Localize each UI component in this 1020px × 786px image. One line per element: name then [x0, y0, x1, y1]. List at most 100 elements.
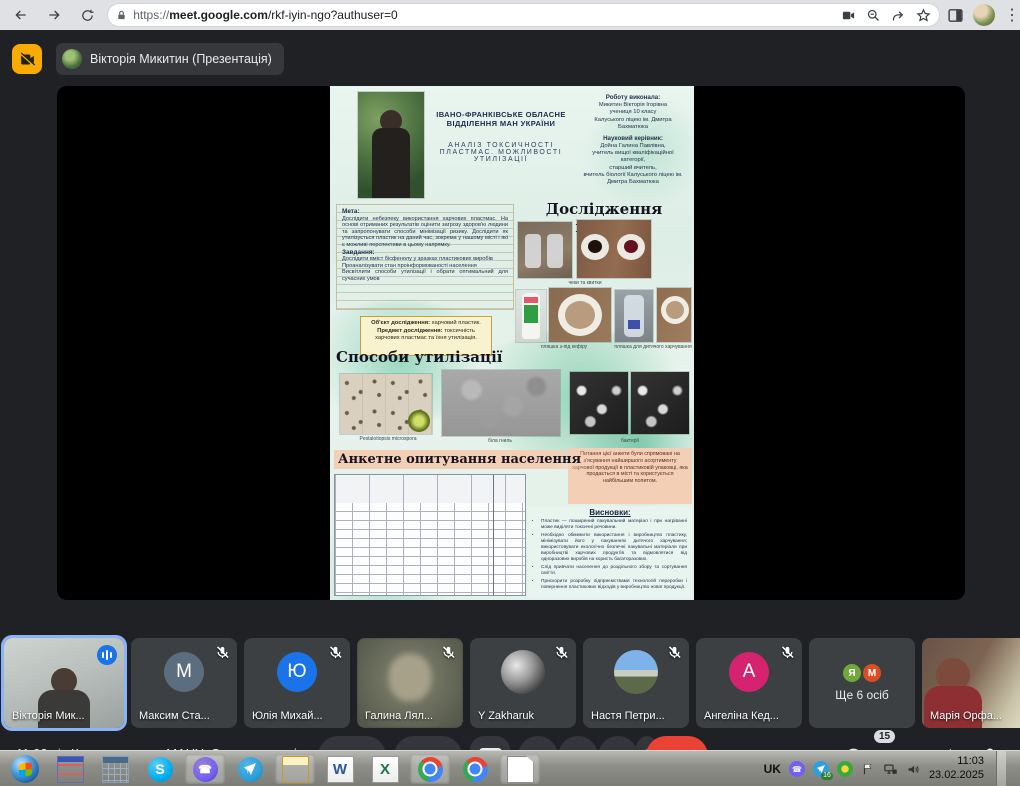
- taskbar-document[interactable]: [500, 754, 540, 784]
- participant-tile-nastia[interactable]: Настя Петри...: [583, 638, 689, 728]
- avatar-photo: [501, 650, 545, 694]
- avatar-photo: [614, 650, 658, 694]
- taskbar-skype[interactable]: S: [140, 754, 180, 784]
- micrograph-bacteria-1: [570, 372, 628, 434]
- mini-avatar: М: [863, 664, 881, 682]
- photo-cup-1: [549, 288, 611, 342]
- viber-icon: ☎: [193, 757, 218, 782]
- participant-tile-anhelina[interactable]: А Ангеліна Кед...: [696, 638, 802, 728]
- reload-button[interactable]: [75, 2, 100, 28]
- goal-tasks-note: Мета: Дослідити небезпеку використання х…: [336, 204, 514, 310]
- speaking-indicator-icon: [97, 645, 117, 665]
- telegram-icon: [238, 757, 263, 782]
- micrograph-fungus: [340, 374, 432, 434]
- caption-bacteria: бактерії: [580, 438, 680, 444]
- browser-profile-avatar[interactable]: [973, 4, 995, 26]
- mic-off-icon: [441, 645, 456, 660]
- participant-tile-halyna[interactable]: Галина Лял...: [357, 638, 463, 728]
- taskbar-calculator[interactable]: [95, 754, 135, 784]
- caption-fungus: Pestalotiopsis microspora: [338, 436, 438, 442]
- micrograph-mold: [442, 370, 560, 436]
- taskbar-chrome-active[interactable]: [410, 754, 450, 784]
- taskbar-notepad[interactable]: [50, 754, 90, 784]
- participant-tile-yzakharuk[interactable]: Y Zakharuk: [470, 638, 576, 728]
- taskbar-word[interactable]: W: [320, 754, 360, 784]
- conclusion-item: Необхідно обмежити використання і виробн…: [541, 533, 687, 563]
- meet-page: Вікторія Микитин (Презентація) ІВАНО-ФРА…: [0, 30, 1020, 750]
- windows-taskbar: S ☎ W X UK ☎ 16 11:03 23.02.2025: [0, 750, 1020, 786]
- taskbar-explorer[interactable]: [275, 754, 315, 784]
- poster-organization: ІВАНО-ФРАНКІВСЬКЕ ОБЛАСНЕ ВІДДІЛЕННЯ МАН…: [428, 110, 574, 128]
- participant-count-badge: 15: [874, 730, 895, 743]
- overflow-count-label: Ще 6 осіб: [835, 688, 888, 702]
- conclusion-item: Пластик — поширений пакувальний матеріал…: [541, 519, 687, 531]
- document-icon: [507, 756, 534, 783]
- zoom-page-icon[interactable]: [866, 8, 881, 23]
- language-indicator[interactable]: UK: [764, 762, 781, 776]
- section-recycle-heading: Способи утилізації: [336, 348, 516, 366]
- bookmark-star-icon[interactable]: [916, 8, 931, 23]
- presenter-name: Вікторія Микитин (Презентація): [90, 52, 272, 66]
- caption-mold: біла гниль: [450, 438, 550, 444]
- taskbar-viber[interactable]: ☎: [185, 754, 225, 784]
- url-text: https://meet.google.com/rkf-iyin-ngo?aut…: [133, 8, 841, 22]
- tray-clock[interactable]: 11:03 23.02.2025: [929, 755, 984, 783]
- presentation-stage: ІВАНО-ФРАНКІВСЬКЕ ОБЛАСНЕ ВІДДІЛЕННЯ МАН…: [57, 86, 965, 600]
- participant-tile-yuliia[interactable]: Ю Юлія Михай...: [244, 638, 350, 728]
- share-icon[interactable]: [891, 8, 906, 23]
- notepad-icon: [57, 756, 84, 783]
- tray-volume-icon[interactable]: [906, 762, 921, 777]
- participant-tile-overflow[interactable]: Я М Ще 6 осіб: [809, 638, 915, 728]
- calculator-icon: [102, 756, 129, 783]
- caption-receipts: чеки та квитки: [530, 280, 640, 286]
- start-button[interactable]: [5, 754, 45, 784]
- taskbar-telegram[interactable]: [230, 754, 270, 784]
- browser-toolbar: https://meet.google.com/rkf-iyin-ngo?aut…: [0, 0, 1020, 30]
- presenter-pill[interactable]: Вікторія Микитин (Презентація): [56, 43, 284, 75]
- participant-tile-maksym[interactable]: М Максим Ста...: [131, 638, 237, 728]
- conclusions-box: Висновки: Пластик — поширений пакувальни…: [528, 506, 692, 598]
- avatar: А: [729, 652, 769, 692]
- tray-network-icon[interactable]: [883, 762, 898, 777]
- back-button[interactable]: [8, 2, 33, 28]
- photo-baby-bottle: [615, 290, 653, 342]
- mic-off-icon: [780, 645, 795, 660]
- conclusion-item: Слід привчати населення до роздільного з…: [541, 565, 687, 577]
- windows-logo-icon: [11, 755, 39, 783]
- address-bar[interactable]: https://meet.google.com/rkf-iyin-ngo?aut…: [108, 4, 939, 26]
- shared-poster: ІВАНО-ФРАНКІВСЬКЕ ОБЛАСНЕ ВІДДІЛЕННЯ МАН…: [330, 86, 694, 600]
- tray-flag-icon[interactable]: [861, 762, 875, 776]
- tray-unread-badge: 16: [821, 772, 833, 780]
- taskbar-chrome[interactable]: [455, 754, 495, 784]
- caption-kefir: пляшка з-під кефіру: [516, 344, 612, 350]
- participant-tile-mariia[interactable]: Марія Орфа...: [922, 638, 1020, 728]
- conclusion-item: Прискорити розробку підприємствами техно…: [541, 579, 687, 591]
- poster-title: АНАЛІЗ ТОКСИЧНОСТІ ПЛАСТМАС. МОЖЛИВОСТІ …: [428, 142, 574, 163]
- forward-button[interactable]: [41, 2, 66, 28]
- taskbar-excel[interactable]: X: [365, 754, 405, 784]
- word-icon: W: [327, 756, 354, 783]
- poster-credits: Роботу виконала: Микитин Вікторія Ігорів…: [576, 94, 690, 186]
- survey-results-table: [334, 474, 526, 596]
- camera-permission-icon[interactable]: [841, 8, 856, 23]
- tray-viber-icon[interactable]: ☎: [789, 761, 805, 777]
- participant-tile-viktoriia[interactable]: Вікторія Мик...: [4, 638, 124, 728]
- chrome-icon: [463, 757, 488, 782]
- excel-icon: X: [372, 756, 399, 783]
- chrome-icon: [418, 757, 443, 782]
- skype-icon: S: [148, 757, 173, 782]
- tray-antivirus-icon[interactable]: [837, 761, 853, 777]
- photo-plates: [577, 220, 651, 278]
- photo-kefir-bottle: [516, 290, 546, 342]
- avatar: Ю: [277, 652, 317, 692]
- camera-off-indicator[interactable]: [12, 44, 42, 74]
- folder-icon: [282, 756, 309, 783]
- browser-menu-icon[interactable]: ⋮: [1004, 5, 1020, 25]
- mic-off-icon: [215, 645, 230, 660]
- tray-telegram-icon[interactable]: 16: [813, 761, 829, 777]
- screen: https://meet.google.com/rkf-iyin-ngo?aut…: [0, 0, 1020, 786]
- mic-off-icon: [554, 645, 569, 660]
- side-panel-icon[interactable]: [947, 7, 964, 24]
- mic-off-icon: [328, 645, 343, 660]
- show-desktop-button[interactable]: [996, 751, 1006, 786]
